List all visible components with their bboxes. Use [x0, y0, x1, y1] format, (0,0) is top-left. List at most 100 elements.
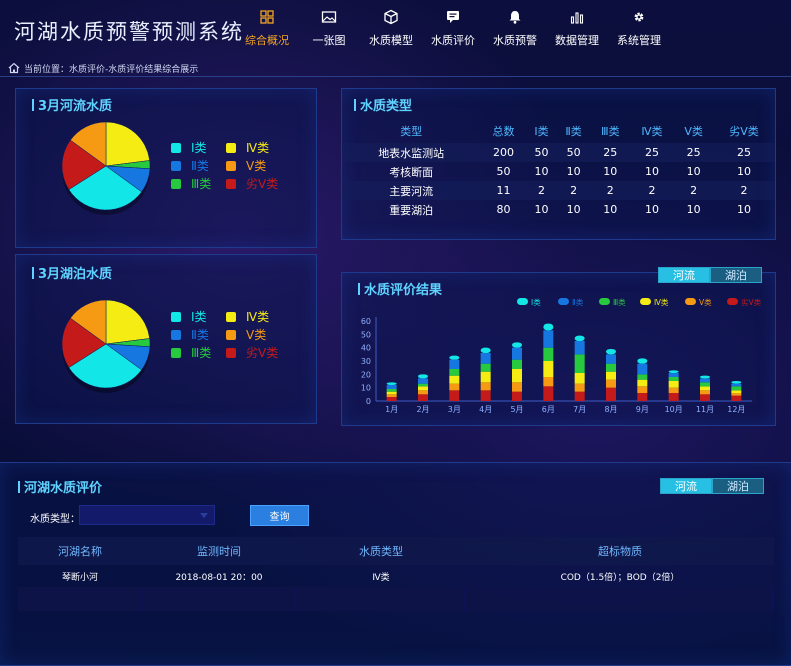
toggle-lake[interactable]: 湖泊 [710, 267, 762, 283]
chart-legend-label: 劣Ⅴ类 [741, 297, 762, 307]
x-tick-label: 5月 [510, 405, 523, 414]
nav-item-3[interactable]: 水质评价 [422, 8, 484, 52]
bar-segment [418, 378, 428, 384]
type-table-cell: 10 [686, 203, 701, 216]
nav-item-2[interactable]: 水质模型 [360, 8, 422, 52]
legend-item[interactable]: Ⅱ类 [171, 157, 209, 174]
legend-item[interactable]: Ⅱ类 [171, 326, 209, 343]
type-table-cell: 200 [480, 143, 527, 162]
type-table-cell: 10 [534, 165, 549, 178]
grid-icon [258, 8, 276, 26]
legend-swatch [226, 311, 236, 322]
nav-item-4[interactable]: 水质预警 [484, 8, 546, 52]
legend-item[interactable]: 劣Ⅴ类 [226, 175, 278, 192]
bar-segment [386, 382, 397, 385]
bar-segment [731, 390, 742, 393]
bar-segment [574, 354, 585, 373]
home-icon[interactable] [8, 62, 20, 74]
bar-segment [449, 383, 460, 391]
y-tick-label: 0 [366, 397, 371, 406]
nav-item-0[interactable]: 综合概况 [236, 8, 298, 52]
empty-cell [18, 587, 142, 611]
bar-segment [449, 359, 460, 369]
legend-item[interactable]: 劣Ⅴ类 [226, 344, 278, 361]
legend-item[interactable]: Ⅴ类 [226, 157, 266, 174]
bar-segment [449, 390, 460, 401]
legend-item[interactable]: Ⅴ类 [226, 326, 266, 343]
y-tick-label: 10 [361, 384, 371, 393]
type-table-cell: 2 [556, 181, 591, 200]
chart-legend-label: Ⅳ类 [654, 297, 669, 307]
bar-segment [606, 387, 616, 401]
toggle-river[interactable]: 河流 [658, 267, 710, 283]
bar-segment [480, 353, 491, 364]
type-table-cell: 25 [590, 143, 630, 162]
water-type-panel: 水质类型 类型 总数 Ⅰ类 Ⅱ类 Ⅲ类 Ⅳ类 Ⅴ类 劣Ⅴ类 地表水监测站 200 50 50 25 25… [341, 88, 776, 240]
cube-icon [382, 8, 400, 26]
nav-item-5[interactable]: 数据管理 [546, 8, 608, 52]
pie-slice-Ⅳ类[interactable] [105, 121, 150, 167]
bar-segment [386, 394, 397, 397]
y-tick-label: 60 [361, 317, 371, 326]
bar-segment [386, 397, 397, 401]
legend-label: Ⅴ类 [246, 328, 267, 342]
nav-label: 水质模型 [369, 34, 413, 47]
lake-quality-panel: 3月湖泊水质 Ⅰ类 Ⅱ类 Ⅲ类 Ⅳ类 Ⅴ类 劣Ⅴ类 [15, 254, 317, 424]
legend-item[interactable]: Ⅰ类 [171, 139, 207, 156]
bar-segment [668, 393, 679, 401]
bar-segment [512, 347, 522, 360]
main-nav: 综合概况 一张图 水质模型 水质评价 水质预警 数据管理 系统管理 [236, 8, 670, 52]
nav-item-1[interactable]: 一张图 [298, 8, 360, 52]
legend-swatch [171, 160, 181, 171]
legend-item[interactable]: Ⅳ类 [226, 139, 269, 156]
legend-item[interactable]: Ⅲ类 [171, 175, 211, 192]
bar-segment [574, 373, 585, 384]
bar-segment [700, 378, 710, 383]
app-title: 河湖水质预警预测系统 [14, 20, 244, 44]
bar-segment [637, 358, 648, 364]
type-table-cell: 2 [674, 181, 714, 200]
type-table-cell: 重要湖泊 [389, 203, 434, 217]
bar-segment [480, 347, 491, 353]
bar-segment [731, 395, 742, 401]
empty-cell [142, 587, 296, 611]
water-type-table: 类型 总数 Ⅰ类 Ⅱ类 Ⅲ类 Ⅳ类 Ⅴ类 劣Ⅴ类 地表水监测站 200 50 50 25 25 25 25 考… [342, 119, 775, 219]
evaluation-table-title: 河湖水质评价 [18, 477, 102, 496]
nav-item-6[interactable]: 系统管理 [608, 8, 670, 52]
bar-segment [386, 389, 397, 392]
nav-label: 一张图 [312, 34, 346, 47]
type-table-header: Ⅱ类 [565, 125, 582, 138]
bar-segment [418, 383, 428, 387]
bar-segment [606, 363, 616, 372]
chart-legend-swatch [727, 298, 738, 305]
table-row: 重要湖泊 80 10 10 10 10 10 10 [342, 200, 775, 219]
x-tick-label: 6月 [542, 405, 555, 414]
bar-segment [731, 386, 742, 391]
bar-segment [543, 386, 554, 401]
table-toggle-lake[interactable]: 湖泊 [712, 478, 764, 494]
chart-legend-label: Ⅲ类 [613, 297, 626, 307]
y-tick-label: 40 [361, 344, 371, 353]
water-type-select[interactable] [79, 505, 215, 525]
bar-segment [480, 363, 491, 372]
table-row[interactable]: 琴断小河 2018-08-01 20：00 Ⅳ类 COD（1.5倍）；BOD（2… [18, 565, 774, 587]
legend-item[interactable]: Ⅳ类 [226, 308, 269, 325]
gear-icon [630, 8, 648, 26]
table-toggle-river[interactable]: 河流 [660, 478, 712, 494]
bar-segment [449, 369, 460, 376]
type-table-cell: 10 [644, 165, 659, 178]
bar-segment [418, 394, 428, 401]
bar-segment [574, 335, 585, 341]
bar-segment [668, 377, 679, 381]
chart-legend-label: Ⅰ类 [531, 297, 541, 307]
legend-item[interactable]: Ⅲ类 [171, 344, 211, 361]
type-table-cell: 主要河流 [342, 181, 481, 200]
legend-item[interactable]: Ⅰ类 [171, 308, 207, 325]
type-table-header: Ⅳ类 [641, 125, 663, 138]
pie-slice-Ⅳ类[interactable] [105, 299, 150, 345]
query-button[interactable]: 查询 [250, 505, 309, 526]
chart-legend-swatch [685, 298, 696, 305]
bar-segment [668, 387, 679, 393]
bar-segment [480, 382, 491, 391]
bar-segment [700, 390, 710, 395]
